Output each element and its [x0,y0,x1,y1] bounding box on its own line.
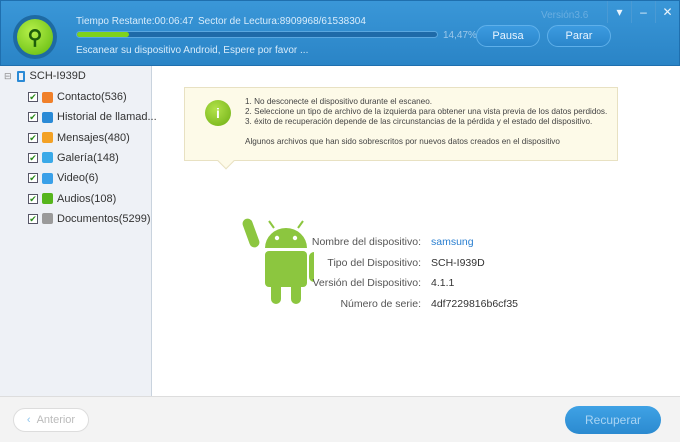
device-info-value: SCH-I939D [431,256,485,269]
read-sector: Sector de Lectura:8909968/61538304 [198,16,366,27]
category-icon [42,132,53,144]
previous-label: Anterior [36,414,76,426]
sidebar-item[interactable]: ✔ Galería(148) [28,152,119,164]
app-logo: ⚲ [13,15,57,59]
device-info-row: Nombre del dispositivo: samsung [260,236,474,248]
minimize-icon[interactable]: – [631,1,655,23]
time-remaining: Tiempo Restante:00:06:47 [76,16,194,27]
notice-line-2: 2. Seleccione un tipo de archivo de la i… [245,107,608,116]
sidebar-item-label: Contacto(536) [57,91,127,103]
progress-percent: 14,47% [443,30,477,41]
checkbox[interactable]: ✔ [28,173,38,184]
notice-box: i 1. No desconecte el dispositivo durant… [184,87,618,170]
sidebar-item[interactable]: ✔ Contacto(536) [28,91,127,103]
category-icon [42,193,53,204]
sidebar-item-label: Mensajes(480) [57,131,130,144]
checkbox[interactable]: ✔ [28,132,38,143]
sidebar-item-label: Video(6) [57,172,99,185]
chevron-left-icon: ‹ [26,414,31,426]
pause-button[interactable]: Pausa [476,25,540,47]
notice-line-3: 3. éxito de recuperación depende de las … [245,117,593,126]
sidebar-item-label: Historial de llamad... [57,111,157,124]
checkbox[interactable]: ✔ [28,112,38,123]
device-tree-root[interactable]: ⊟ SCH-I939D [4,70,86,82]
progress-fill [77,32,130,37]
footer-bar: ‹ Anterior Recuperar [0,396,680,442]
info-icon: i [205,100,231,126]
category-icon [42,172,53,184]
menu-dropdown-icon[interactable]: ▾ [607,1,631,23]
phone-icon [16,70,25,82]
device-info-row: Tipo del Dispositivo: SCH-I939D [260,256,485,269]
device-info-value: samsung [431,236,474,248]
previous-button[interactable]: ‹ Anterior [13,408,89,432]
sidebar-item-label: Audios(108) [57,192,117,205]
sidebar-item-label: Documentos(5299) [57,212,151,225]
device-info-key: Nombre del dispositivo: [311,236,421,248]
scan-progress-bar [76,31,438,38]
device-info-key: Número de serie: [340,297,421,310]
category-icon [42,152,53,164]
device-info-key: Versión del Dispositivo: [312,277,421,289]
sidebar-item-label: Galería(148) [57,151,119,164]
checkbox[interactable]: ✔ [28,152,38,163]
sidebar-item[interactable]: ✔ Historial de llamad... [28,111,157,123]
recover-button[interactable]: Recuperar [565,406,661,434]
sidebar-item[interactable]: ✔ Video(6) [28,172,98,184]
device-info-value: 4.1.1 [431,277,455,289]
sidebar-item[interactable]: ✔ Documentos(5299) [28,213,151,225]
close-icon[interactable]: ✕ [655,1,679,23]
checkbox[interactable]: ✔ [28,213,38,224]
notice-line-4: Algunos archivos que han sido sobrescrit… [245,137,560,146]
checkbox[interactable]: ✔ [28,92,38,102]
checkbox[interactable]: ✔ [28,193,38,204]
device-info-row: Número de serie: 4df7229816b6cf35 [260,298,518,310]
category-icon [42,213,53,225]
collapse-icon[interactable]: ⊟ [4,71,12,82]
notice-line-1: 1. No desconecte el dispositivo durante … [245,97,433,106]
sidebar-item[interactable]: ✔ Audios(108) [28,193,116,205]
device-name: SCH-I939D [29,70,86,82]
device-info-value: 4df7229816b6cf35 [431,297,518,310]
scan-status: Escanear su dispositivo Android, Espere … [76,45,309,56]
category-icon [42,111,53,123]
search-icon: ⚲ [17,19,53,55]
sidebar-item[interactable]: ✔ Mensajes(480) [28,132,130,144]
version-label: Versión3.6 [541,10,589,21]
device-info-row: Versión del Dispositivo: 4.1.1 [260,277,454,289]
header-bar: ⚲ Tiempo Restante:00:06:47 Sector de Lec… [0,0,680,66]
device-info-key: Tipo del Dispositivo: [327,256,421,269]
category-icon [42,91,53,103]
stop-button[interactable]: Parar [547,25,611,47]
notice-pointer [217,152,235,170]
